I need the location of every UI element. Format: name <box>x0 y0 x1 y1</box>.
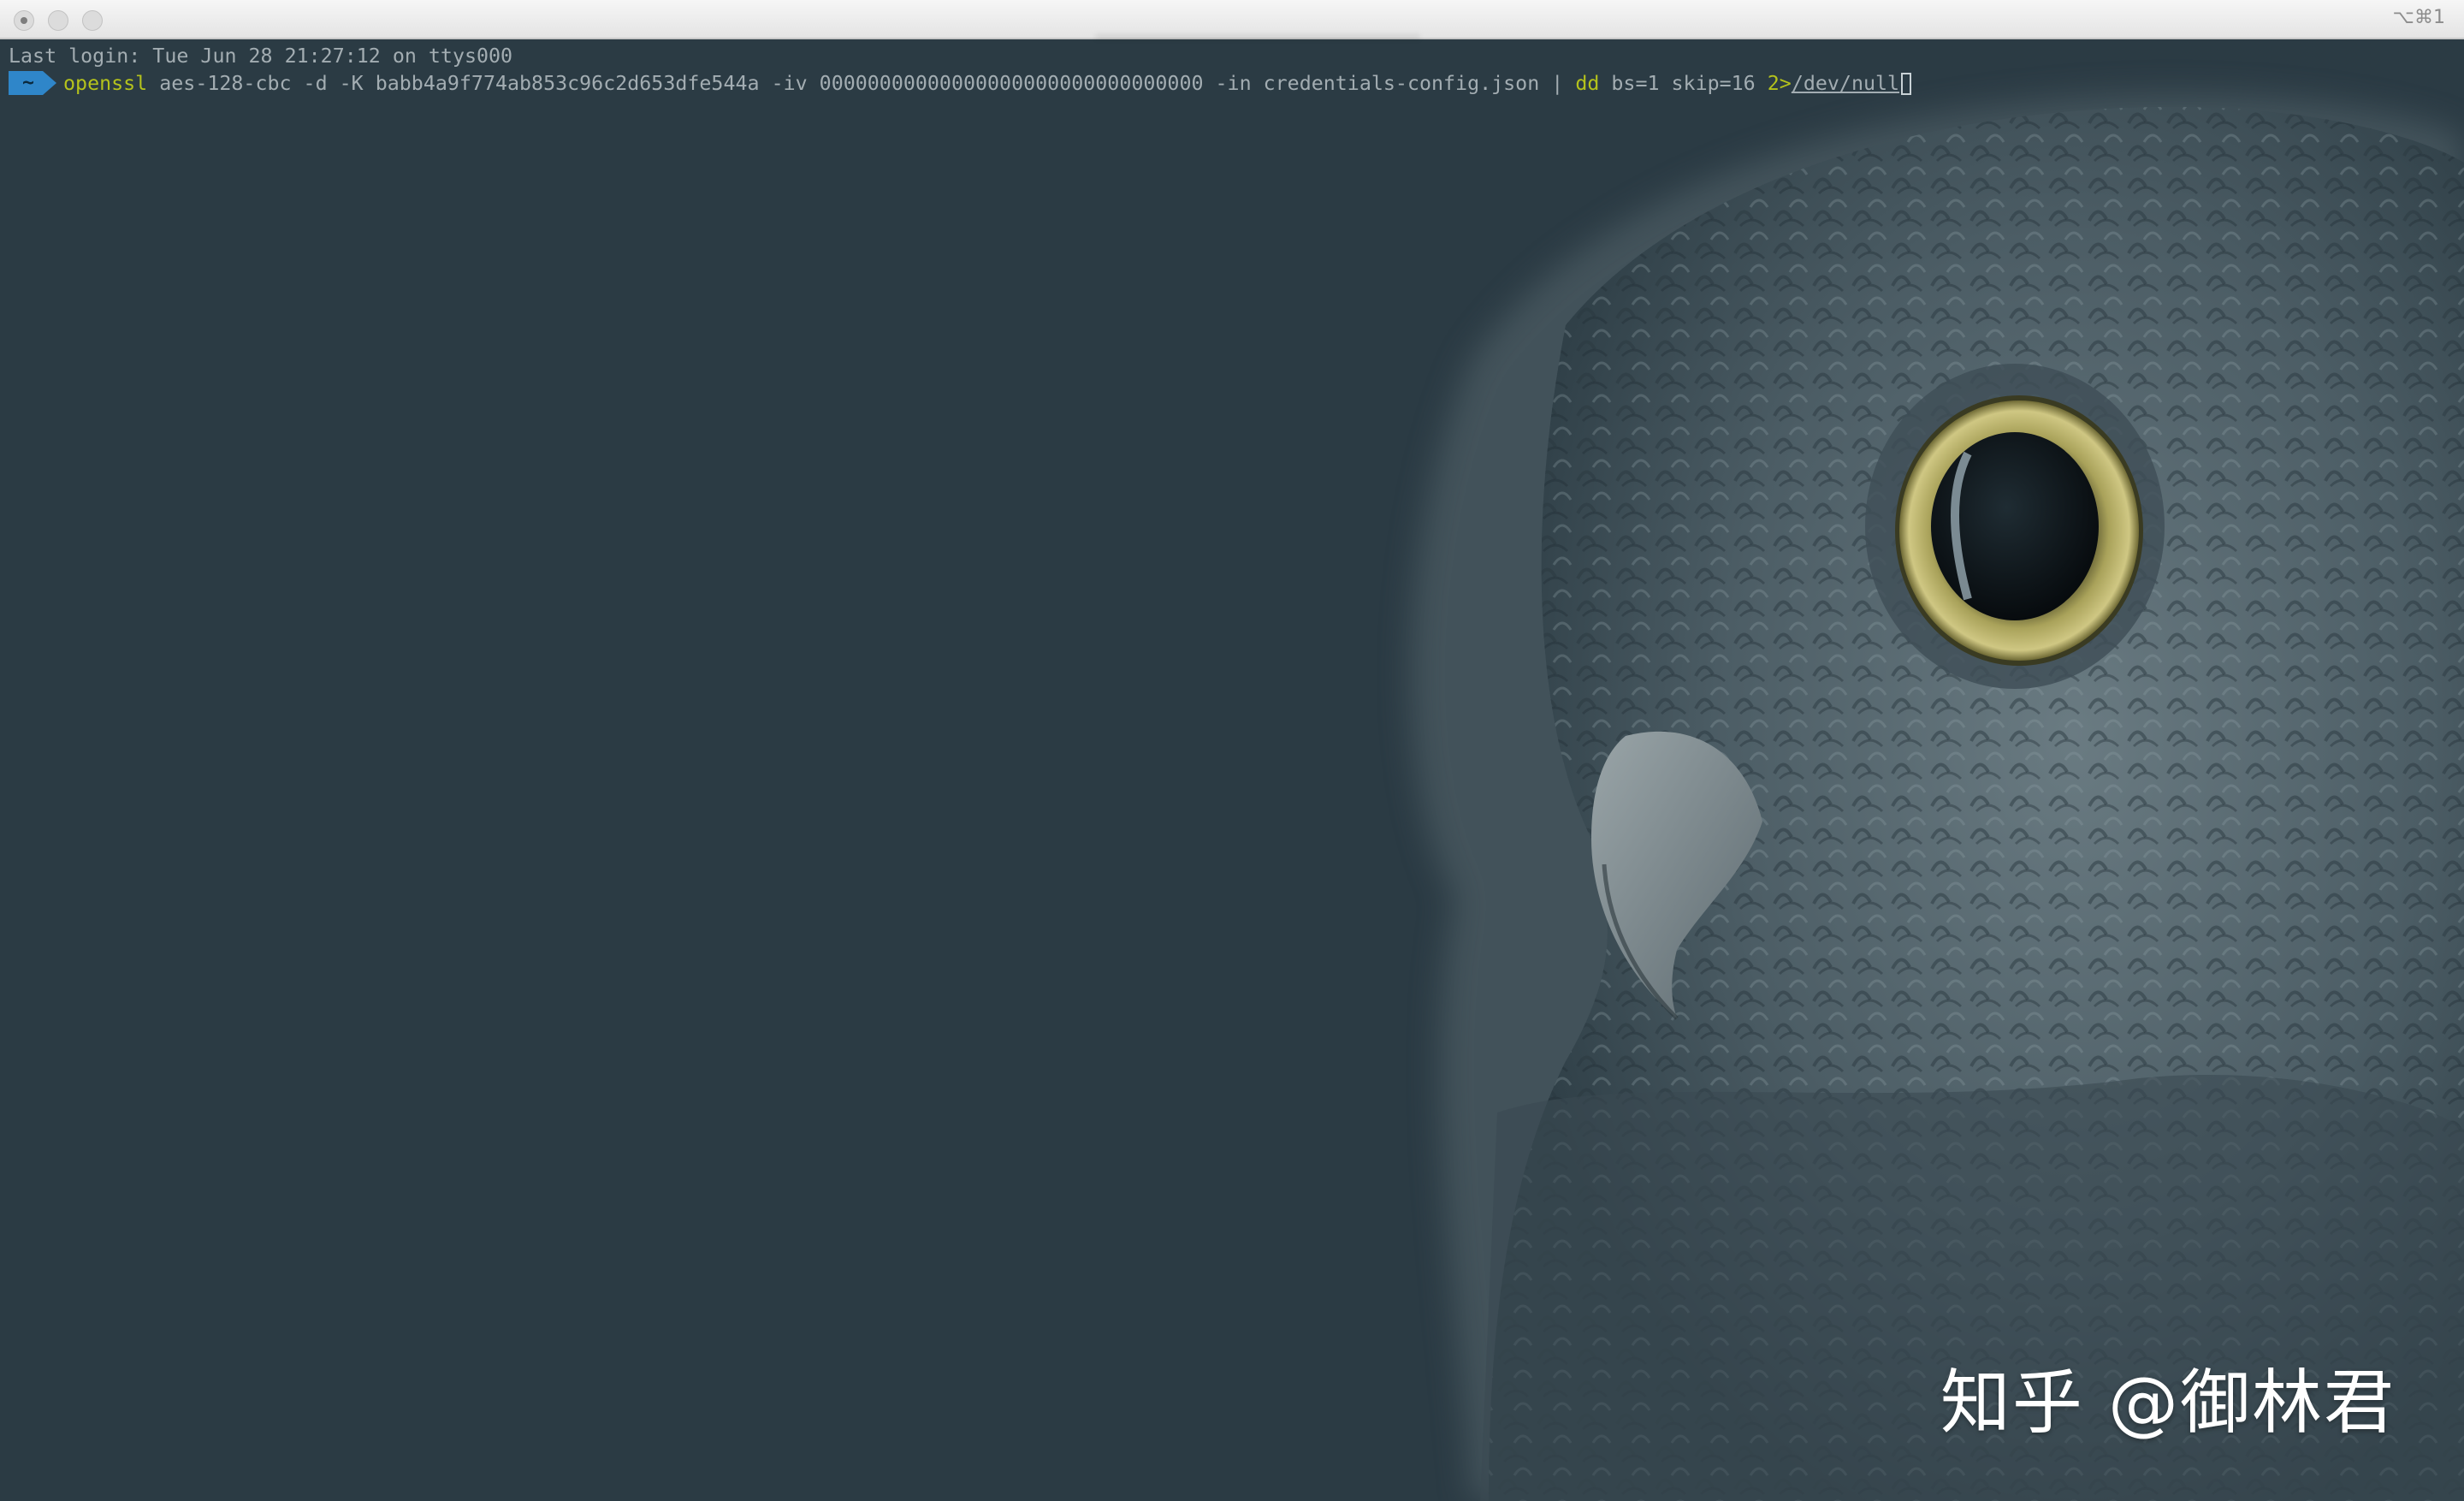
window-title <box>1061 9 1454 39</box>
last-login-line: Last login: Tue Jun 28 21:27:12 on ttys0… <box>9 44 513 68</box>
window-close-icon[interactable] <box>14 10 34 31</box>
command-dd: dd <box>1575 72 1600 95</box>
redirect-path: /dev/null <box>1791 72 1900 95</box>
command-openssl: openssl <box>63 72 148 95</box>
watermark-text: 知乎 @御林君 <box>1940 1362 2396 1444</box>
terminal-window: ⌥⌘1 Last login: Tue Jun 28 21:27:12 on t… <box>0 0 2464 1501</box>
prompt-directory-segment: ~ <box>9 71 57 95</box>
command-openssl-args: aes-128-cbc -d -K babb4a9f774ab853c96c2d… <box>147 72 1576 95</box>
terminal-content[interactable]: Last login: Tue Jun 28 21:27:12 on ttys0… <box>0 39 2464 1501</box>
command-dd-args: bs=1 skip=16 <box>1599 72 1768 95</box>
text-cursor <box>1901 73 1912 95</box>
title-bar: ⌥⌘1 <box>0 0 2464 39</box>
window-minimize-icon[interactable] <box>48 10 68 31</box>
window-shortcut-label: ⌥⌘1 <box>2392 7 2445 28</box>
stderr-redirect: 2> <box>1767 72 1792 95</box>
command-line[interactable]: ~ openssl aes-128-cbc -d -K babb4a9f774ab… <box>9 71 1912 97</box>
window-zoom-icon[interactable] <box>82 10 103 31</box>
